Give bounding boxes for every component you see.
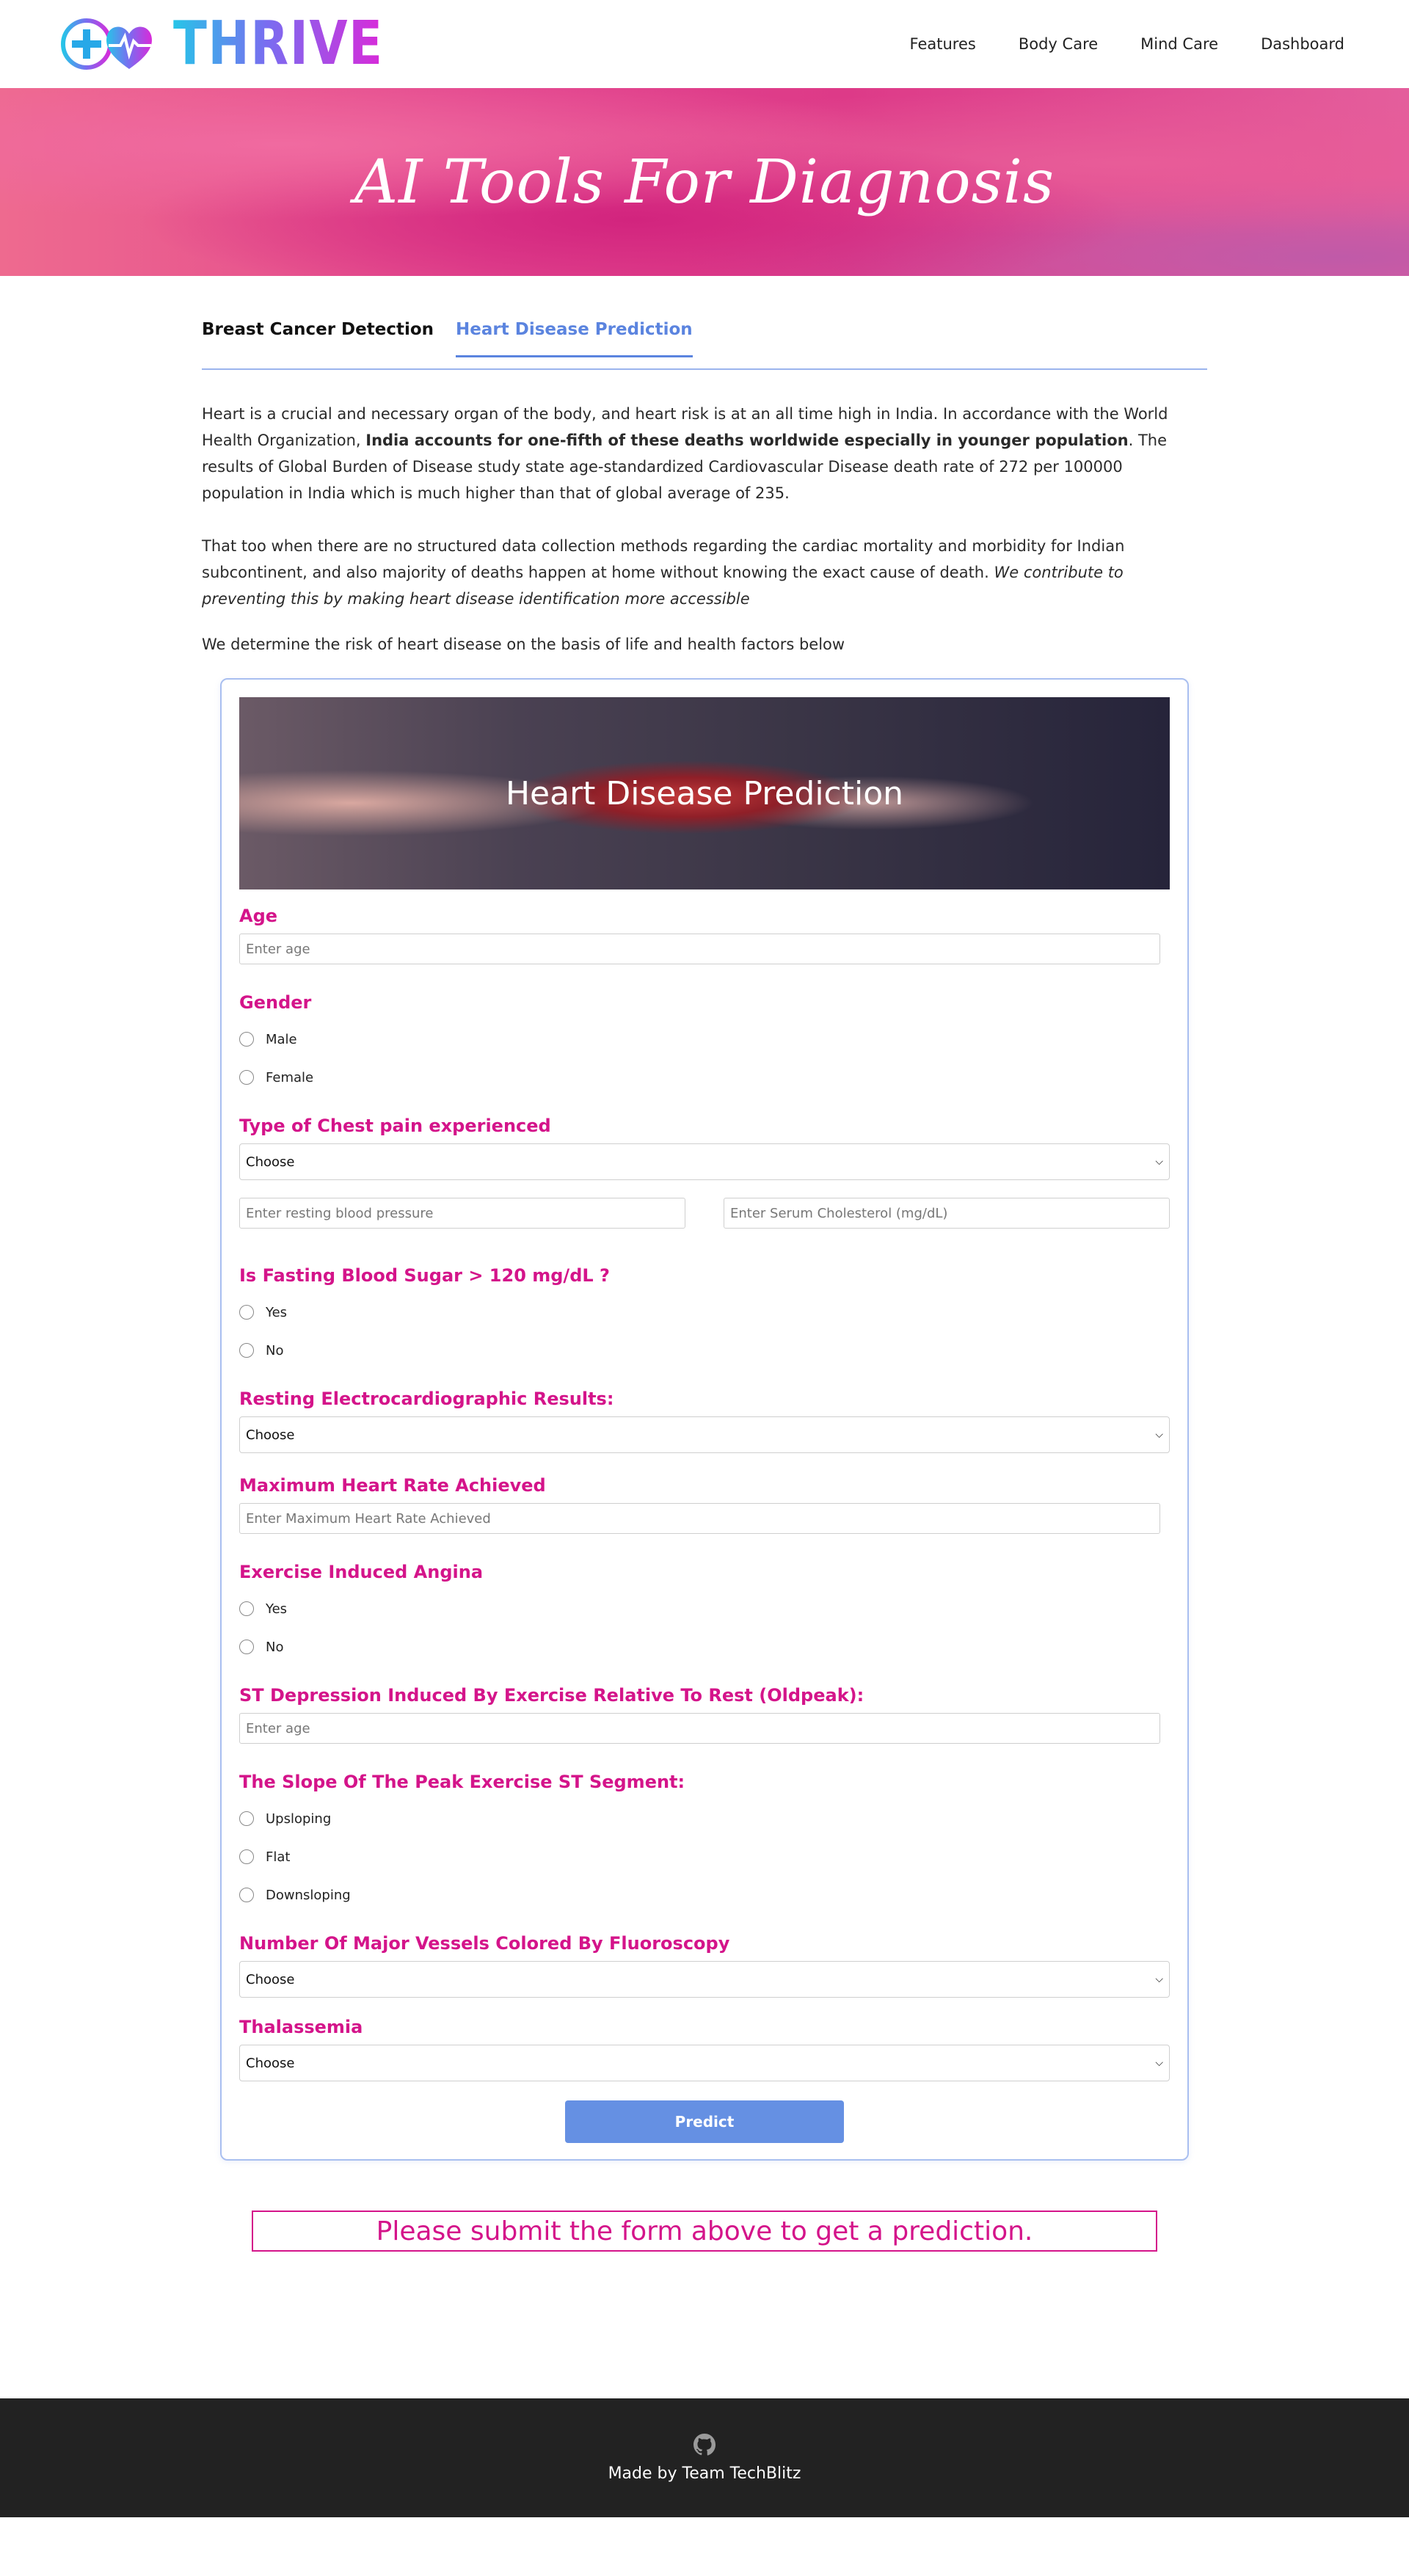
nav-mind-care[interactable]: Mind Care — [1140, 35, 1218, 53]
diagnosis-tabs: Breast Cancer Detection Heart Disease Pr… — [202, 320, 1207, 370]
option-label: Male — [266, 1031, 297, 1047]
footer-credit: Made by Team TechBlitz — [608, 2464, 801, 2483]
option-label: Yes — [266, 1304, 288, 1320]
max-heart-rate-input[interactable] — [239, 1503, 1160, 1534]
prediction-result-box: Please submit the form above to get a pr… — [252, 2211, 1157, 2252]
select-value: Choose — [246, 1427, 295, 1443]
option-label: Yes — [266, 1601, 288, 1617]
chevron-down-icon: ⌵ — [1155, 1973, 1163, 1985]
select-value: Choose — [246, 1971, 295, 1987]
select-value: Choose — [246, 1154, 295, 1170]
form-banner-image: Heart Disease Prediction — [239, 697, 1170, 889]
main-menu: Features Body Care Mind Care Dashboard — [910, 35, 1344, 53]
main-content: Breast Cancer Detection Heart Disease Pr… — [202, 276, 1207, 2252]
vessels-select[interactable]: Choose ⌵ — [239, 1961, 1170, 1998]
slope-option-downsloping[interactable]: Downsloping — [239, 1876, 1170, 1914]
angina-option-yes[interactable]: Yes — [239, 1590, 1170, 1628]
gender-label: Gender — [239, 992, 312, 1013]
angina-label: Exercise Induced Angina — [239, 1562, 484, 1582]
option-label: Downsloping — [266, 1887, 351, 1903]
radio-button[interactable] — [239, 1601, 254, 1616]
oldpeak-input[interactable] — [239, 1713, 1160, 1744]
radio-button[interactable] — [239, 1640, 254, 1654]
top-navbar: THRIVE Features Body Care Mind Care Dash… — [0, 0, 1409, 88]
chevron-down-icon: ⌵ — [1155, 2057, 1163, 2069]
gender-option-male[interactable]: Male — [239, 1020, 1170, 1058]
page-footer: Made by Team TechBlitz — [0, 2398, 1409, 2517]
tab-breast-cancer[interactable]: Breast Cancer Detection — [202, 320, 434, 355]
chevron-down-icon: ⌵ — [1155, 1156, 1163, 1168]
slope-label: The Slope Of The Peak Exercise ST Segmen… — [239, 1772, 685, 1792]
option-label: Flat — [266, 1849, 291, 1865]
bp-cholesterol-row — [239, 1198, 1170, 1229]
angina-option-no[interactable]: No — [239, 1628, 1170, 1666]
radio-button[interactable] — [239, 1070, 254, 1085]
radio-button[interactable] — [239, 1305, 254, 1320]
ecg-label: Resting Electrocardiographic Results: — [239, 1389, 614, 1409]
option-label: Upsloping — [266, 1811, 332, 1827]
thalassemia-label: Thalassemia — [239, 2017, 363, 2037]
radio-button[interactable] — [239, 1032, 254, 1047]
radio-button[interactable] — [239, 1811, 254, 1826]
prediction-form-card: Heart Disease Prediction Age Gender Male… — [220, 678, 1189, 2161]
select-value: Choose — [246, 2055, 295, 2071]
nav-body-care[interactable]: Body Care — [1019, 35, 1098, 53]
heart-plus-logo-icon — [61, 18, 152, 70]
hero-banner: AI Tools For Diagnosis — [0, 88, 1409, 276]
intro-paragraph-1: Heart is a crucial and necessary organ o… — [202, 401, 1207, 506]
radio-button[interactable] — [239, 1888, 254, 1902]
thalassemia-select[interactable]: Choose ⌵ — [239, 2045, 1170, 2081]
intro-p1-bold: India accounts for one-fifth of these de… — [365, 432, 1129, 449]
slope-option-flat[interactable]: Flat — [239, 1838, 1170, 1876]
predict-button[interactable]: Predict — [565, 2100, 844, 2143]
max-heart-rate-label: Maximum Heart Rate Achieved — [239, 1475, 546, 1496]
fbs-label: Is Fasting Blood Sugar > 120 mg/dL ? — [239, 1265, 610, 1286]
form-banner-title: Heart Disease Prediction — [505, 774, 904, 812]
gender-option-female[interactable]: Female — [239, 1058, 1170, 1096]
radio-button[interactable] — [239, 1343, 254, 1358]
nav-dashboard[interactable]: Dashboard — [1261, 35, 1344, 53]
brand-logo[interactable]: THRIVE — [59, 13, 430, 75]
age-input[interactable] — [239, 934, 1160, 964]
age-label: Age — [239, 906, 278, 926]
option-label: No — [266, 1639, 284, 1655]
radio-button[interactable] — [239, 1849, 254, 1864]
chest-pain-label: Type of Chest pain experienced — [239, 1116, 551, 1136]
vessels-label: Number Of Major Vessels Colored By Fluor… — [239, 1933, 730, 1954]
fbs-option-yes[interactable]: Yes — [239, 1293, 1170, 1331]
hero-title: AI Tools For Diagnosis — [354, 147, 1055, 217]
chest-pain-select[interactable]: Choose ⌵ — [239, 1143, 1170, 1180]
slope-option-upsloping[interactable]: Upsloping — [239, 1800, 1170, 1838]
tab-heart-disease[interactable]: Heart Disease Prediction — [456, 320, 693, 357]
option-label: Female — [266, 1069, 314, 1085]
chevron-down-icon: ⌵ — [1155, 1429, 1163, 1441]
nav-features[interactable]: Features — [910, 35, 976, 53]
ecg-select[interactable]: Choose ⌵ — [239, 1416, 1170, 1453]
github-icon[interactable] — [693, 2433, 716, 2456]
resting-bp-input[interactable] — [239, 1198, 685, 1229]
intro-paragraph-3: We determine the risk of heart disease o… — [202, 636, 845, 653]
intro-text: Heart is a crucial and necessary organ o… — [202, 401, 1207, 658]
predict-button-wrap: Predict — [239, 2100, 1170, 2143]
option-label: No — [266, 1342, 284, 1358]
brand-name: THRIVE — [173, 9, 384, 79]
oldpeak-label: ST Depression Induced By Exercise Relati… — [239, 1685, 864, 1706]
intro-paragraph-2: That too when there are no structured da… — [202, 533, 1207, 612]
intro-p2-text: That too when there are no structured da… — [202, 537, 1125, 581]
cholesterol-input[interactable] — [724, 1198, 1170, 1229]
fbs-option-no[interactable]: No — [239, 1331, 1170, 1369]
